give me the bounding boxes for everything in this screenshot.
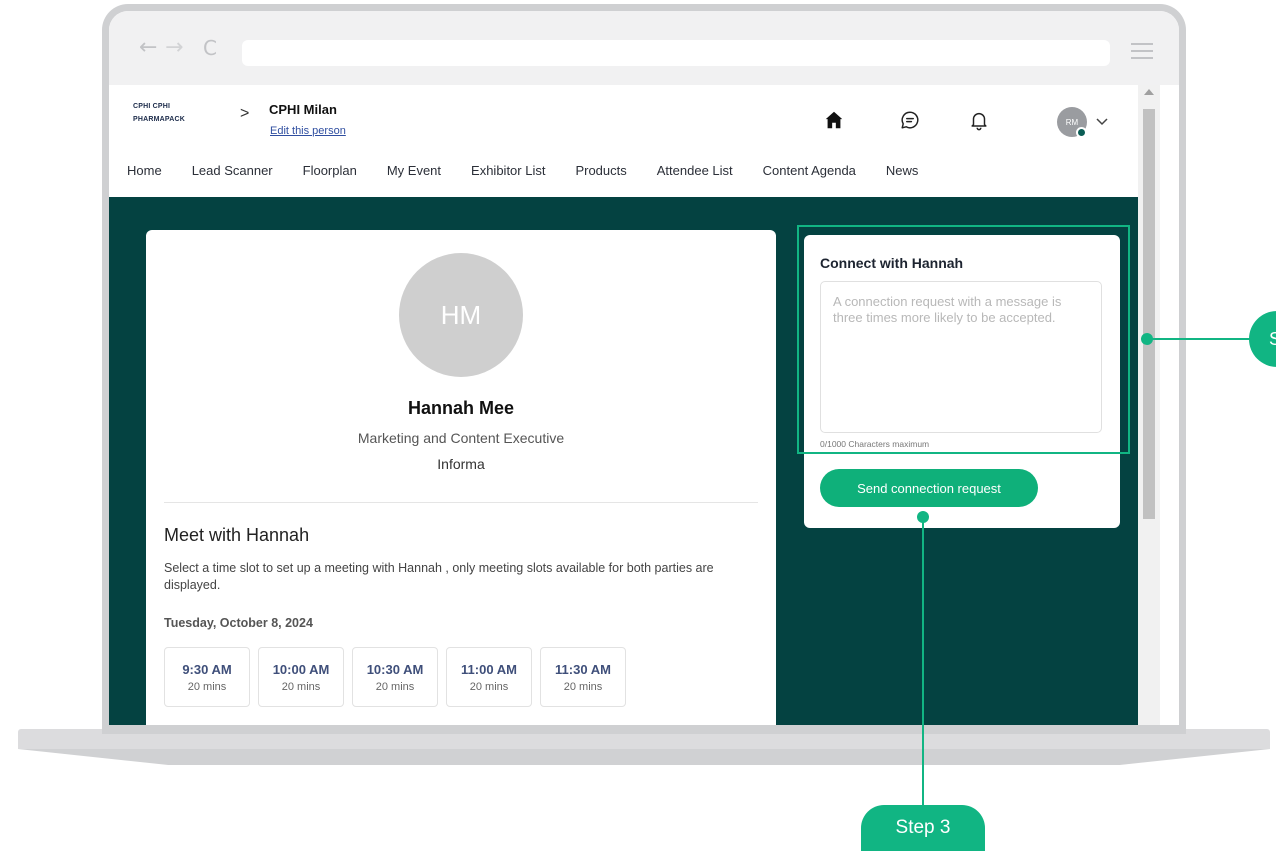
main-navigation: Home Lead Scanner Floorplan My Event Exh…	[127, 163, 948, 178]
address-bar[interactable]	[242, 40, 1110, 66]
slot-duration: 20 mins	[563, 680, 603, 693]
callout-dot-right	[1141, 333, 1153, 345]
callout-line-right	[1147, 338, 1253, 340]
nav-item-exhibitor-list[interactable]: Exhibitor List	[471, 163, 545, 178]
nav-item-products[interactable]: Products	[575, 163, 626, 178]
time-slot[interactable]: 11:00 AM 20 mins	[446, 647, 532, 707]
breadcrumb-separator: >	[240, 105, 250, 122]
step-label-bottom: Step 3	[861, 805, 985, 851]
back-icon[interactable]: ←	[139, 37, 157, 59]
slot-time: 9:30 AM	[182, 661, 232, 677]
logo-line-bottom: PHARMAPACK	[133, 116, 186, 123]
slot-time: 10:30 AM	[366, 661, 424, 677]
chat-icon[interactable]	[899, 109, 921, 131]
person-company: Informa	[437, 456, 485, 472]
slot-duration: 20 mins	[281, 680, 321, 693]
reload-icon[interactable]: C	[203, 38, 217, 58]
nav-item-attendee-list[interactable]: Attendee List	[657, 163, 733, 178]
time-slot[interactable]: 10:30 AM 20 mins	[352, 647, 438, 707]
profile-avatar: HM	[399, 253, 523, 377]
send-connection-request-button[interactable]: Send connection request	[820, 469, 1038, 507]
logo-line-top: CPHI CPHI	[133, 103, 171, 110]
meeting-description: Select a time slot to set up a meeting w…	[164, 561, 714, 592]
section-divider	[164, 502, 758, 503]
edit-person-link[interactable]: Edit this person	[270, 125, 346, 137]
home-icon[interactable]	[823, 109, 845, 131]
slot-duration: 20 mins	[375, 680, 415, 693]
nav-item-floorplan[interactable]: Floorplan	[303, 163, 357, 178]
time-slot[interactable]: 9:30 AM 20 mins	[164, 647, 250, 707]
step-highlight-frame	[797, 225, 1130, 454]
chevron-down-icon[interactable]	[1095, 114, 1109, 128]
nav-item-home[interactable]: Home	[127, 163, 162, 178]
bell-icon[interactable]	[968, 109, 990, 131]
time-slot[interactable]: 10:00 AM 20 mins	[258, 647, 344, 707]
online-status-dot	[1076, 127, 1087, 138]
scrollbar-thumb[interactable]	[1143, 109, 1155, 519]
page-scrollbar[interactable]	[1138, 85, 1160, 725]
nav-item-content-agenda[interactable]: Content Agenda	[763, 163, 856, 178]
forward-icon[interactable]: →	[165, 37, 183, 59]
slot-duration: 20 mins	[469, 680, 509, 693]
time-slot-list: 9:30 AM 20 mins 10:00 AM 20 mins 10:30 A…	[164, 647, 626, 707]
step-label-right: S	[1249, 311, 1276, 367]
slot-duration: 20 mins	[187, 680, 227, 693]
meeting-heading: Meet with Hannah	[164, 525, 310, 545]
callout-line-bottom	[922, 517, 924, 812]
nav-item-my-event[interactable]: My Event	[387, 163, 441, 178]
nav-item-lead-scanner[interactable]: Lead Scanner	[192, 163, 273, 178]
meeting-date: Tuesday, October 8, 2024	[164, 616, 313, 630]
laptop-screen: ← → C CPHI CPHI PHARMAPACK > CPHI Milan …	[102, 4, 1186, 734]
callout-dot-bottom	[917, 511, 929, 523]
browser-toolbar: ← → C	[109, 11, 1179, 85]
event-name: CPHI Milan	[269, 102, 337, 117]
scroll-up-arrow-icon[interactable]	[1144, 89, 1154, 95]
laptop-base-lip	[18, 749, 1270, 765]
person-name: Hannah Mee	[407, 398, 515, 418]
hamburger-menu-icon[interactable]	[1131, 43, 1153, 59]
slot-time: 10:00 AM	[272, 661, 330, 677]
nav-item-news[interactable]: News	[886, 163, 919, 178]
slot-time: 11:00 AM	[461, 661, 517, 677]
slot-time: 11:30 AM	[555, 661, 611, 677]
profile-card: HM Hannah Mee Marketing and Content Exec…	[146, 230, 776, 725]
event-logo[interactable]: CPHI CPHI PHARMAPACK	[133, 103, 213, 137]
app-header: CPHI CPHI PHARMAPACK > CPHI Milan Edit t…	[109, 85, 1138, 197]
profile-content-area: HM Hannah Mee Marketing and Content Exec…	[109, 197, 1138, 725]
time-slot[interactable]: 11:30 AM 20 mins	[540, 647, 626, 707]
person-job-title: Marketing and Content Executive	[357, 430, 565, 446]
